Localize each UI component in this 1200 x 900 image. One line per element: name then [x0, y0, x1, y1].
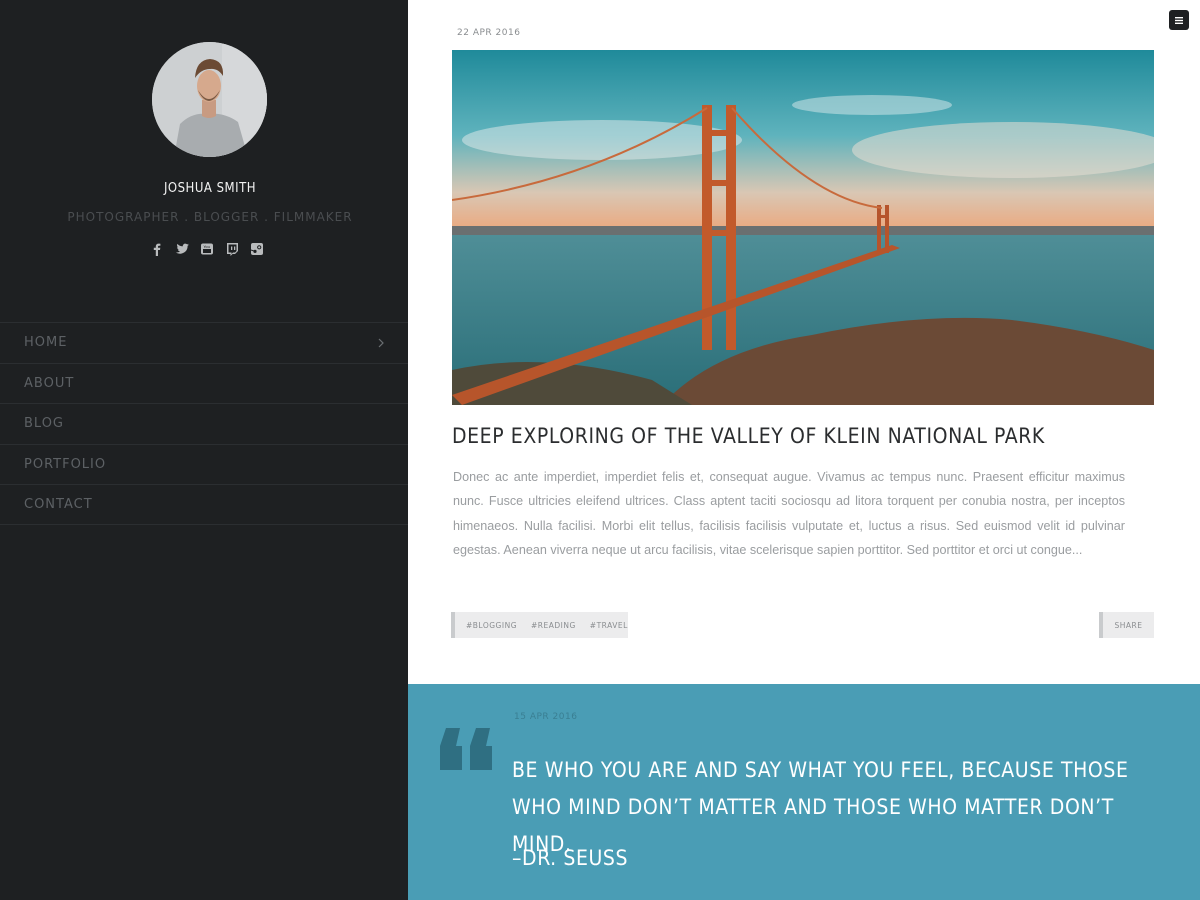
- tag-link[interactable]: #TRAVEL: [590, 621, 628, 630]
- quote-post: 15 APR 2016 BE WHO YOU ARE AND SAY WHAT …: [408, 684, 1200, 900]
- twitter-icon[interactable]: [174, 240, 190, 257]
- nav-item-label: BLOG: [24, 416, 65, 432]
- nav-item-portfolio[interactable]: PORTFOLIO: [0, 443, 408, 485]
- post-tags: #BLOGGING #READING #TRAVEL: [451, 612, 628, 638]
- profile-name: JOSHUA SMITH: [163, 181, 257, 196]
- main-nav: HOME ABOUT BLOG PORTFOLIO CONTACT: [0, 322, 408, 525]
- twitch-icon[interactable]: [224, 240, 240, 257]
- nav-item-about[interactable]: ABOUT: [0, 362, 408, 404]
- youtube-icon[interactable]: You: [199, 240, 215, 257]
- sidebar: JOSHUA SMITH PHOTOGRAPHER . BLOGGER . FI…: [0, 0, 408, 900]
- profile-tagline: PHOTOGRAPHER . BLOGGER . FILMMAKER: [67, 210, 353, 224]
- social-links: You: [149, 240, 265, 257]
- share-label: SHARE: [1114, 620, 1143, 630]
- quote-date: 15 APR 2016: [514, 712, 578, 722]
- quote-mark-icon: [440, 728, 492, 770]
- share-button[interactable]: SHARE: [1099, 612, 1154, 638]
- avatar: [152, 42, 267, 157]
- post-excerpt: Donec ac ante imperdiet, imperdiet felis…: [453, 470, 1125, 557]
- svg-text:You: You: [204, 244, 211, 249]
- post-image-graphic: [452, 50, 1154, 405]
- quote-author: –DR. SEUSS: [512, 846, 629, 870]
- post-image[interactable]: [452, 50, 1154, 405]
- steam-icon[interactable]: [249, 240, 265, 257]
- menu-toggle-button[interactable]: [1169, 10, 1189, 30]
- nav-item-label: CONTACT: [24, 496, 93, 512]
- post-title[interactable]: DEEP EXPLORING OF THE VALLEY OF KLEIN NA…: [452, 424, 1172, 448]
- facebook-icon[interactable]: [149, 240, 165, 257]
- hamburger-menu-icon: [1175, 16, 1183, 24]
- nav-item-label: ABOUT: [24, 375, 75, 391]
- avatar-photo: [152, 42, 267, 157]
- post-date: 22 APR 2016: [457, 28, 521, 38]
- nav-item-contact[interactable]: CONTACT: [0, 484, 408, 525]
- tag-link[interactable]: #READING: [531, 621, 576, 630]
- nav-item-label: HOME: [24, 335, 68, 351]
- nav-item-blog[interactable]: BLOG: [0, 403, 408, 444]
- chevron-right-icon: [378, 338, 384, 348]
- nav-item-label: PORTFOLIO: [24, 456, 107, 472]
- tag-link[interactable]: #BLOGGING: [466, 621, 517, 630]
- nav-item-home[interactable]: HOME: [0, 322, 408, 363]
